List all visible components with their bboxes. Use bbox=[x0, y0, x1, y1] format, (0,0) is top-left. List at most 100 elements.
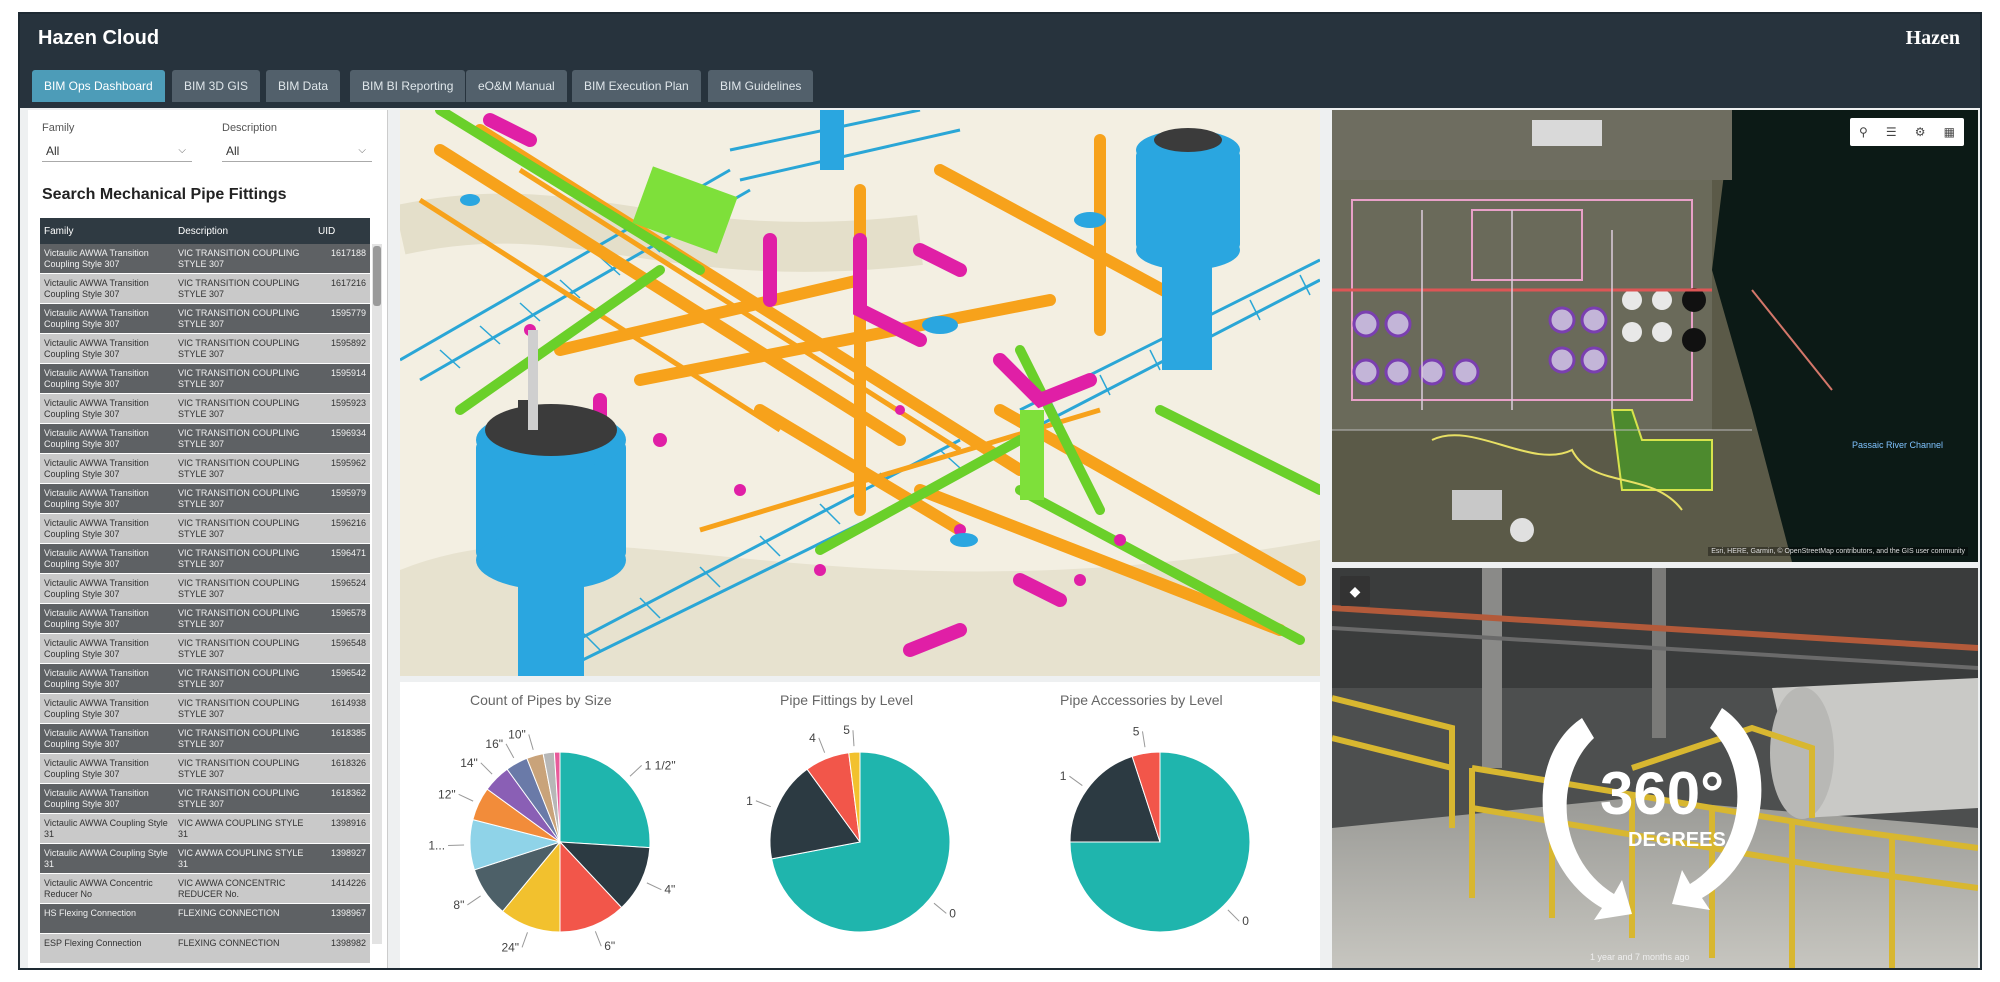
pie-slice-label: 5 bbox=[1133, 724, 1140, 738]
table-row[interactable]: Victaulic AWWA Transition Coupling Style… bbox=[40, 724, 370, 754]
family-filter-label: Family bbox=[42, 122, 75, 134]
cell-uid: 1414226 bbox=[330, 878, 366, 888]
table-scrollbar[interactable] bbox=[372, 244, 382, 944]
tab-bim-execution-plan[interactable]: BIM Execution Plan bbox=[572, 70, 701, 102]
table-row[interactable]: Victaulic AWWA Transition Coupling Style… bbox=[40, 484, 370, 514]
cell-family: Victaulic AWWA Transition Coupling Style… bbox=[44, 518, 149, 539]
table-row[interactable]: ESP Flexing Connection FLEXING CONNECTION… bbox=[40, 934, 370, 964]
table-row[interactable]: Victaulic AWWA Transition Coupling Style… bbox=[40, 694, 370, 724]
panorama-viewer[interactable]: 360° DEGREES ◆ 1 year and 7 months ago bbox=[1332, 568, 1978, 968]
tab-bim-bi-reporting[interactable]: BIM BI Reporting bbox=[350, 70, 466, 102]
grid-icon[interactable]: ▦ bbox=[1944, 125, 1955, 139]
pie-chart-accessories-by-level[interactable]: 0 1 5 bbox=[1020, 722, 1300, 966]
pie-chart-fittings-by-level[interactable]: 0 1 4 5 bbox=[720, 722, 1000, 966]
chevron-down-icon: ⌵ bbox=[358, 145, 366, 156]
pie-slice[interactable] bbox=[559, 751, 651, 849]
bim-3d-viewer[interactable] bbox=[400, 110, 1320, 676]
cell-description: VIC TRANSITION COUPLING STYLE 307 bbox=[178, 488, 300, 509]
table-row[interactable]: Victaulic AWWA Coupling Style 31 VIC AWWA… bbox=[40, 844, 370, 874]
cell-description: VIC TRANSITION COUPLING STYLE 307 bbox=[178, 428, 300, 449]
search-panel: Family All ⌵ Description All ⌵ Search Me… bbox=[28, 110, 388, 968]
pie-slice-label: 6" bbox=[604, 939, 615, 953]
cell-uid: 1596542 bbox=[330, 668, 366, 678]
cell-description: VIC TRANSITION COUPLING STYLE 307 bbox=[178, 758, 300, 779]
cell-family: Victaulic AWWA Transition Coupling Style… bbox=[44, 278, 149, 299]
family-filter-select[interactable]: All ⌵ bbox=[42, 140, 192, 162]
column-header-uid[interactable]: UID bbox=[314, 222, 370, 241]
pie-leader-line bbox=[629, 764, 642, 777]
tab-bim-data[interactable]: BIM Data bbox=[266, 70, 341, 102]
table-row[interactable]: Victaulic AWWA Transition Coupling Style… bbox=[40, 514, 370, 544]
settings-icon[interactable]: ⚙ bbox=[1915, 125, 1926, 139]
cell-description: VIC TRANSITION COUPLING STYLE 307 bbox=[178, 398, 300, 419]
cell-uid: 1398927 bbox=[330, 848, 366, 858]
table-header: Family Description UID bbox=[40, 218, 370, 244]
list-icon[interactable]: ☰ bbox=[1886, 125, 1897, 139]
table-row[interactable]: Victaulic AWWA Transition Coupling Style… bbox=[40, 394, 370, 424]
column-header-family[interactable]: Family bbox=[40, 222, 174, 241]
chart-title-pipes-by-size: Count of Pipes by Size bbox=[470, 692, 612, 708]
cell-uid: 1595923 bbox=[330, 398, 366, 408]
column-header-description[interactable]: Description bbox=[174, 222, 314, 241]
cell-uid: 1398967 bbox=[330, 908, 366, 918]
cell-description: VIC TRANSITION COUPLING STYLE 307 bbox=[178, 308, 300, 329]
table-row[interactable]: Victaulic AWWA Concentric Reducer No VIC … bbox=[40, 874, 370, 904]
cell-family: Victaulic AWWA Transition Coupling Style… bbox=[44, 668, 149, 689]
table-row[interactable]: Victaulic AWWA Transition Coupling Style… bbox=[40, 244, 370, 274]
table-row[interactable]: Victaulic AWWA Transition Coupling Style… bbox=[40, 634, 370, 664]
brand-logo[interactable]: Hazen bbox=[1906, 27, 1960, 50]
scrollbar-thumb[interactable] bbox=[373, 246, 381, 306]
cell-uid: 1595914 bbox=[330, 368, 366, 378]
table-row[interactable]: Victaulic AWWA Transition Coupling Style… bbox=[40, 274, 370, 304]
table-row[interactable]: Victaulic AWWA Transition Coupling Style… bbox=[40, 424, 370, 454]
pie-leader-line bbox=[1141, 731, 1146, 748]
tab-bim-ops-dashboard[interactable]: BIM Ops Dashboard bbox=[32, 70, 165, 102]
table-row[interactable]: Victaulic AWWA Transition Coupling Style… bbox=[40, 454, 370, 484]
cell-family: Victaulic AWWA Transition Coupling Style… bbox=[44, 638, 149, 659]
pie-slice-label: 0 bbox=[949, 906, 956, 920]
table-row[interactable]: Victaulic AWWA Transition Coupling Style… bbox=[40, 754, 370, 784]
table-row[interactable]: Victaulic AWWA Coupling Style 31 VIC AWWA… bbox=[40, 814, 370, 844]
table-row[interactable]: Victaulic AWWA Transition Coupling Style… bbox=[40, 664, 370, 694]
chart-title-accessories-by-level: Pipe Accessories by Level bbox=[1060, 692, 1223, 708]
pie-leader-line bbox=[852, 730, 855, 747]
cell-family: Victaulic AWWA Coupling Style 31 bbox=[44, 848, 168, 869]
cell-uid: 1596578 bbox=[330, 608, 366, 618]
cell-uid: 1595779 bbox=[330, 308, 366, 318]
map-toolbar: ⚲ ☰ ⚙ ▦ bbox=[1850, 118, 1964, 146]
cell-family: Victaulic AWWA Transition Coupling Style… bbox=[44, 398, 149, 419]
table-row[interactable]: Victaulic AWWA Transition Coupling Style… bbox=[40, 544, 370, 574]
table-row[interactable]: Victaulic AWWA Transition Coupling Style… bbox=[40, 334, 370, 364]
cell-description: VIC TRANSITION COUPLING STYLE 307 bbox=[178, 668, 300, 689]
cell-description: VIC TRANSITION COUPLING STYLE 307 bbox=[178, 698, 300, 719]
table-row[interactable]: Victaulic AWWA Transition Coupling Style… bbox=[40, 574, 370, 604]
panorama-caption: 1 year and 7 months ago bbox=[1590, 952, 1690, 962]
gis-map[interactable]: ⚲ ☰ ⚙ ▦ Passaic River Channel Esri, HERE… bbox=[1332, 110, 1978, 562]
table-row[interactable]: Victaulic AWWA Transition Coupling Style… bbox=[40, 364, 370, 394]
cell-uid: 1614938 bbox=[330, 698, 366, 708]
cell-family: Victaulic AWWA Transition Coupling Style… bbox=[44, 368, 149, 389]
table-row[interactable]: HS Flexing Connection FLEXING CONNECTION 1… bbox=[40, 904, 370, 934]
table-body: Victaulic AWWA Transition Coupling Style… bbox=[40, 244, 370, 964]
tab-bim-guidelines[interactable]: BIM Guidelines bbox=[708, 70, 814, 102]
cell-family: Victaulic AWWA Transition Coupling Style… bbox=[44, 578, 149, 599]
table-row[interactable]: Victaulic AWWA Transition Coupling Style… bbox=[40, 304, 370, 334]
pie-leader-line bbox=[594, 931, 602, 947]
cell-description: FLEXING CONNECTION bbox=[178, 908, 280, 918]
cell-family: Victaulic AWWA Transition Coupling Style… bbox=[44, 488, 149, 509]
layers-icon[interactable]: ◆ bbox=[1340, 576, 1370, 606]
cell-uid: 1596524 bbox=[330, 578, 366, 588]
description-filter-select[interactable]: All ⌵ bbox=[222, 140, 372, 162]
table-row[interactable]: Victaulic AWWA Transition Coupling Style… bbox=[40, 784, 370, 814]
table-row[interactable]: Victaulic AWWA Transition Coupling Style… bbox=[40, 604, 370, 634]
cell-description: VIC TRANSITION COUPLING STYLE 307 bbox=[178, 368, 300, 389]
tab-bim-3d-gis[interactable]: BIM 3D GIS bbox=[172, 70, 261, 102]
cell-description: VIC TRANSITION COUPLING STYLE 307 bbox=[178, 458, 300, 479]
pie-leader-line bbox=[933, 902, 947, 914]
search-icon[interactable]: ⚲ bbox=[1859, 125, 1868, 139]
charts-panel: Count of Pipes by Size Pipe Fittings by … bbox=[400, 682, 1320, 968]
cell-description: VIC TRANSITION COUPLING STYLE 307 bbox=[178, 248, 300, 269]
pie-leader-line bbox=[818, 737, 826, 753]
pie-chart-pipes-by-size[interactable]: 1 1/2" 4" 6" 24" 8" 1... 12" 14" 16" 10" bbox=[420, 722, 700, 966]
tab-eom-manual[interactable]: eO&M Manual bbox=[466, 70, 567, 102]
